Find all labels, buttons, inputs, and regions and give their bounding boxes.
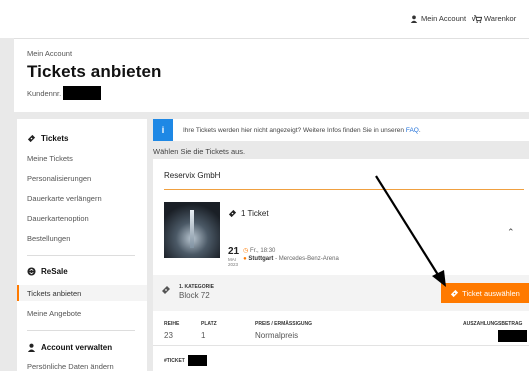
column-header-platz: PLATZ (201, 321, 217, 327)
info-banner: i Ihre Tickets werden hier nicht angezei… (153, 119, 529, 141)
page-title: Tickets anbieten (27, 62, 162, 81)
select-ticket-button[interactable]: Ticket auswählen (441, 283, 529, 303)
ticket-tag-icon (161, 285, 171, 298)
ticket-icon (27, 134, 36, 143)
account-label: Mein Account (421, 14, 467, 23)
cart-label: Warenkor (484, 14, 517, 23)
customer-number: Kundennr. (27, 86, 102, 100)
ticket-block: 1. KATEGORIE Block 72 Ticket auswählen (153, 275, 529, 311)
column-header-preis: PREIS / ERMÄSSIGUNG (255, 321, 312, 327)
seat-value: 1 (201, 331, 206, 340)
account-menu[interactable]: Mein Account ∨ (410, 14, 476, 23)
row-value: 23 (164, 331, 173, 340)
user-icon (27, 343, 36, 352)
payout-amount-redacted (498, 330, 527, 342)
ticket-divider (153, 345, 529, 346)
ticket-icon (228, 209, 237, 218)
user-icon (410, 15, 418, 23)
ticket-icon (451, 289, 459, 297)
sidebar-item-meine-angebote[interactable]: Meine Angebote (27, 309, 81, 318)
sidebar-item-dauerkarte-verlaengern[interactable]: Dauerkarte verlängern (27, 194, 102, 203)
cart-link[interactable]: Warenkor (474, 14, 516, 23)
event-time: ◷ Fr., 18:30 (243, 248, 276, 254)
sidebar-heading-resale: ReSale (27, 267, 68, 276)
ticket-count: 1 Ticket (228, 209, 269, 218)
instruction-text: Wählen Sie die Tickets aus. (153, 147, 246, 156)
sidebar-item-personalisierungen[interactable]: Personalisierungen (27, 174, 91, 183)
sidebar-item-persoenliche-daten[interactable]: Persönliche Daten ändern (27, 362, 114, 371)
date-year: 2023 (228, 262, 239, 267)
ticket-number-redacted (187, 355, 207, 366)
info-text: Ihre Tickets werden hier nicht angezeigt… (183, 126, 421, 134)
customer-number-redacted (63, 86, 102, 100)
chevron-up-icon[interactable]: ⌃ (507, 227, 515, 238)
customer-number-label: Kundennr. (27, 88, 62, 98)
sidebar-item-meine-tickets[interactable]: Meine Tickets (27, 154, 73, 163)
date-day: 21 (228, 246, 240, 257)
event-venue: ● Stuttgart - Mercedes-Benz-Arena (243, 256, 339, 262)
info-icon: i (153, 119, 173, 141)
event-date: 21 MAI 2023 ◷ Fr., 18:30 ● Stuttgart - M… (228, 246, 339, 268)
sidebar-heading-tickets: Tickets (27, 134, 68, 143)
breadcrumb[interactable]: Mein Account (27, 49, 72, 58)
event-image (164, 202, 220, 258)
sidebar-heading-account: Account verwalten (27, 343, 112, 352)
location-pin-icon: ● (243, 256, 247, 262)
organizer-divider (164, 189, 524, 190)
faq-link[interactable]: FAQ (406, 127, 419, 134)
sidebar-divider (27, 330, 135, 331)
sidebar: Tickets Meine Tickets Personalisierungen… (17, 119, 147, 371)
sidebar-item-bestellungen[interactable]: Bestellungen (27, 234, 70, 243)
clock-icon: ◷ (243, 248, 249, 254)
price-value: Normalpreis (255, 331, 299, 340)
ticket-number: #TICKET (164, 355, 207, 366)
event-card: Reservix GmbH 1 Ticket 21 MAI 2023 ◷ Fr.… (153, 159, 529, 371)
resale-icon (27, 267, 36, 276)
sidebar-item-dauerkartenoption[interactable]: Dauerkartenoption (27, 214, 89, 223)
top-bar: Mein Account ∨ Warenkor (0, 0, 529, 38)
sidebar-divider (27, 255, 135, 256)
category-label: 1. KATEGORIE (179, 284, 214, 290)
block-label: Block 72 (179, 291, 210, 300)
column-header-reihe: REIHE (164, 321, 180, 327)
page-header: Mein Account Tickets anbieten Kundennr. (14, 38, 529, 112)
organizer-name: Reservix GmbH (164, 171, 221, 180)
cart-icon (474, 14, 482, 23)
main-content: i Ihre Tickets werden hier nicht angezei… (153, 119, 529, 371)
column-header-auszahlung: AUSZAHLUNGSBETRAG (463, 321, 523, 327)
sidebar-item-tickets-anbieten[interactable]: Tickets anbieten (27, 289, 81, 298)
